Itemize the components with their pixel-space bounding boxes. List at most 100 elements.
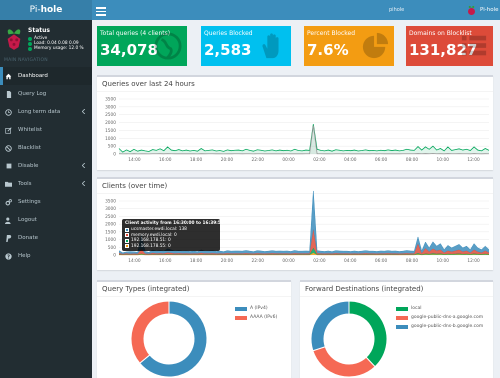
sidebar-item-blacklist[interactable]: Blacklist [0, 139, 92, 157]
percent-blocked-value: 7.6% [307, 41, 349, 59]
y-tick-label: 3500 [105, 199, 116, 205]
y-tick-label: 1500 [105, 229, 116, 235]
svg-text:?: ? [7, 254, 10, 260]
client-activity-tooltip: Client activity from 16:30:00 to 16:39:5… [122, 219, 224, 251]
percent-blocked-box[interactable]: Percent Blocked 7.6% [304, 26, 394, 66]
menu-toggle-icon[interactable] [96, 5, 106, 16]
legend-item[interactable]: google-public-dns-b.google.com [396, 322, 483, 331]
x-tick-label: 08:00 [406, 157, 419, 163]
total-queries-box[interactable]: Total queries (4 clients) 34,078 [97, 26, 187, 66]
x-tick-label: 06:00 [375, 258, 388, 264]
user-icon [5, 217, 12, 224]
x-tick-label: 02:00 [313, 258, 326, 264]
x-tick-label: 14:00 [128, 157, 141, 163]
sidebar-nav: Dashboard Query Log Long term data White… [0, 67, 92, 265]
pie-slice[interactable] [348, 300, 388, 368]
list-icon [461, 35, 487, 56]
queries-blocked-label: Queries Blocked [204, 30, 253, 37]
question-icon: ? [5, 252, 12, 260]
y-tick-label: 500 [108, 144, 116, 150]
forward-destinations-legend: local google-public-dns-a.google.com goo… [396, 304, 483, 331]
y-tick-label: 500 [108, 245, 116, 251]
legend-item[interactable]: A (IPv4) [235, 304, 277, 313]
sidebar-section-title: MAIN NAVIGATION [4, 58, 48, 63]
y-tick-label: 2000 [105, 222, 116, 228]
home-icon [5, 73, 12, 80]
clock-icon [5, 108, 12, 116]
x-tick-label: 08:00 [406, 258, 419, 264]
globe-icon [154, 32, 182, 60]
active-dot-icon [28, 36, 32, 41]
pie-slice[interactable] [130, 300, 170, 364]
user-menu[interactable]: Pi-hole [480, 7, 498, 13]
top-navbar: pihole Pi-hole [92, 0, 500, 20]
y-tick-label: 2000 [105, 120, 116, 126]
series-area [119, 124, 489, 154]
x-tick-label: 18:00 [190, 258, 203, 264]
y-tick-label: 2500 [105, 112, 116, 118]
x-tick-label: 00:00 [282, 258, 295, 264]
x-tick-label: 06:00 [375, 157, 388, 163]
sidebar-item-disable[interactable]: Disable [0, 157, 92, 175]
raspberry-icon[interactable] [466, 4, 477, 16]
tooltip-row: 192.168.178.55: 0 [125, 244, 217, 250]
y-tick-label: 1000 [105, 136, 116, 142]
y-tick-label: 1500 [105, 128, 116, 134]
x-tick-label: 10:00 [437, 157, 450, 163]
pihole-raspberry-icon [7, 29, 21, 50]
sidebar-item-logout[interactable]: Logout [0, 211, 92, 229]
x-tick-label: 16:00 [159, 157, 172, 163]
file-icon [5, 90, 12, 98]
pie-chart-icon [362, 32, 389, 59]
sidebar-item-donate[interactable]: Donate [0, 229, 92, 247]
queries-over-time-panel: Queries over last 24 hours 3500 3000 2500 2… [97, 75, 493, 170]
sidebar-item-query-log[interactable]: Query Log [0, 85, 92, 103]
queries-over-time-chart[interactable]: 35003000 2500 2000 1500 1000 500 0 14:00 16:00 18… [97, 77, 493, 172]
legend-item[interactable]: google-public-dns-a.google.com [396, 313, 483, 322]
folder-icon [5, 181, 12, 188]
hostname: pihole [389, 7, 405, 13]
y-tick-label: 2500 [105, 214, 116, 220]
stop-icon [5, 163, 12, 170]
y-tick-label: 0 [113, 253, 116, 259]
sidebar-item-long-term-data[interactable]: Long term data [0, 103, 92, 121]
sidebar: Status Active Load: 0.04 0.08 0.09 Memor… [0, 20, 92, 378]
query-types-panel: Query Types (integrated) A (IPv4) AAAA (… [97, 280, 291, 378]
queries-blocked-value: 2,583 [204, 41, 252, 59]
y-tick-label: 0 [113, 152, 116, 158]
sidebar-item-whitelist[interactable]: Whitelist [0, 121, 92, 139]
legend-item[interactable]: AAAA (IPv6) [235, 313, 277, 322]
total-queries-value: 34,078 [100, 41, 158, 59]
sidebar-item-settings[interactable]: Settings [0, 193, 92, 211]
sidebar-item-tools[interactable]: Tools [0, 175, 92, 193]
queries-blocked-box[interactable]: Queries Blocked 2,583 [201, 26, 291, 66]
y-tick-label: 3000 [105, 206, 116, 212]
query-types-donut-chart[interactable] [97, 282, 291, 378]
chevron-left-icon [81, 180, 86, 188]
x-tick-label: 04:00 [344, 157, 357, 163]
x-tick-label: 00:00 [282, 157, 295, 163]
pie-slice[interactable] [310, 300, 350, 352]
brand-suffix: hole [40, 5, 63, 15]
tooltip-title: Client activity from 16:30:00 to 16:39:5… [125, 221, 224, 226]
x-tick-label: 16:00 [159, 258, 172, 264]
domains-on-blocklist-box[interactable]: Domains on Blocklist 131,827 [406, 26, 493, 66]
sidebar-item-help[interactable]: ? Help [0, 247, 92, 265]
x-tick-label: 14:00 [128, 258, 141, 264]
legend-item[interactable]: local [396, 304, 483, 313]
x-tick-label: 12:00 [467, 258, 480, 264]
x-tick-label: 22:00 [252, 258, 265, 264]
pencil-icon [5, 126, 12, 134]
percent-blocked-label: Percent Blocked [307, 30, 355, 37]
x-tick-label: 12:00 [467, 157, 480, 163]
y-tick-label: 1000 [105, 237, 116, 243]
memory-dot-icon [28, 46, 32, 51]
x-tick-label: 22:00 [252, 157, 265, 163]
query-types-legend: A (IPv4) AAAA (IPv6) [235, 304, 277, 322]
sidebar-item-dashboard[interactable]: Dashboard [0, 67, 92, 85]
pihole-logo[interactable]: Pi-hole [0, 0, 92, 20]
pie-slice[interactable] [312, 346, 376, 378]
x-tick-label: 20:00 [221, 157, 234, 163]
x-tick-label: 10:00 [437, 258, 450, 264]
brand-prefix: Pi- [29, 5, 41, 15]
